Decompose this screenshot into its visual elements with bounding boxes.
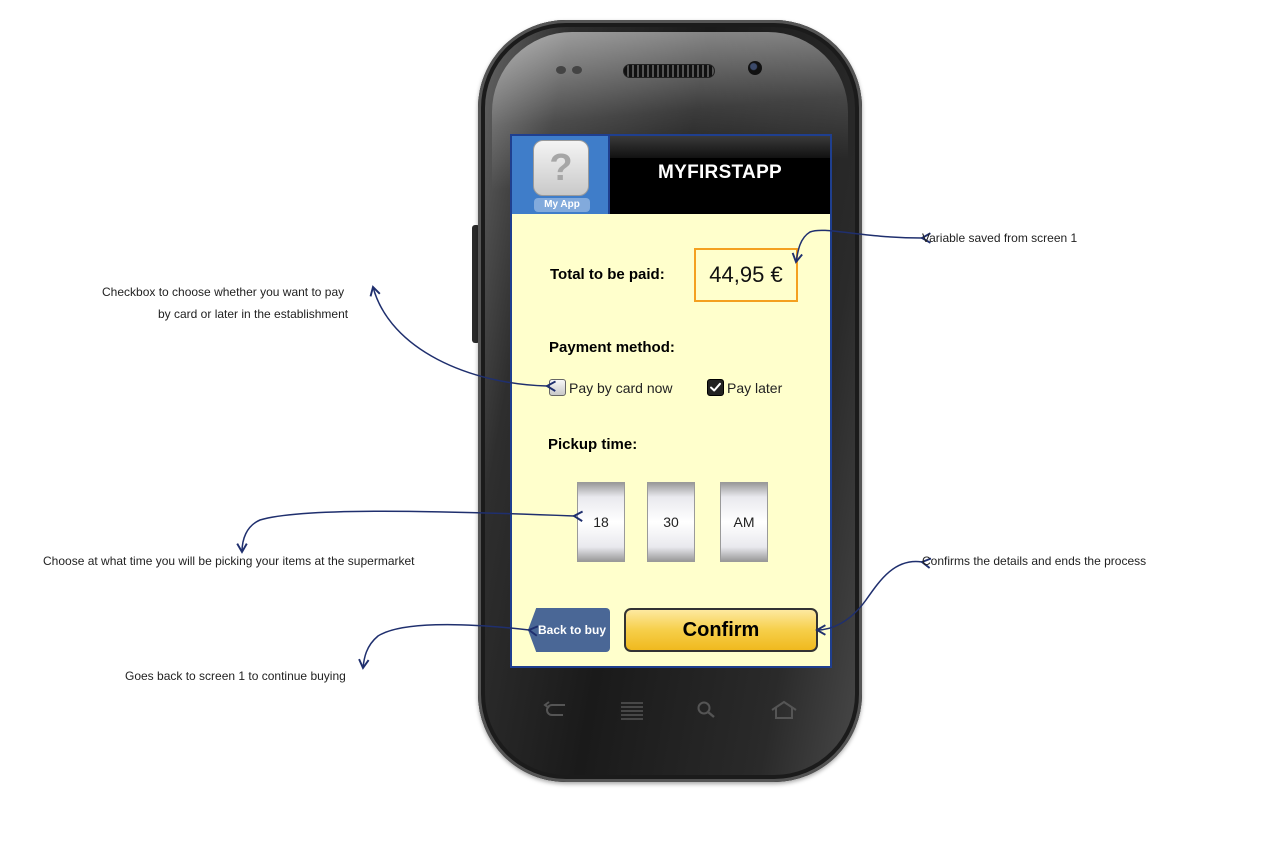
note-checkbox-line2: by card or later in the establishment [158,307,349,321]
note-back: Goes back to screen 1 to continue buying [125,669,346,683]
arrow-confirm [815,557,932,636]
arrow-back [358,623,539,670]
note-checkbox-line1: Checkbox to choose whether you want to p… [102,285,345,299]
arrow-time [236,510,584,554]
note-time: Choose at what time you will be picking … [43,554,415,568]
arrow-variable [791,229,931,264]
note-variable: Variable saved from screen 1 [922,231,1078,245]
arrow-checkbox [369,285,556,392]
annotation-arrows [236,229,932,670]
note-confirm: Confirms the details and ends the proces… [922,554,1147,568]
